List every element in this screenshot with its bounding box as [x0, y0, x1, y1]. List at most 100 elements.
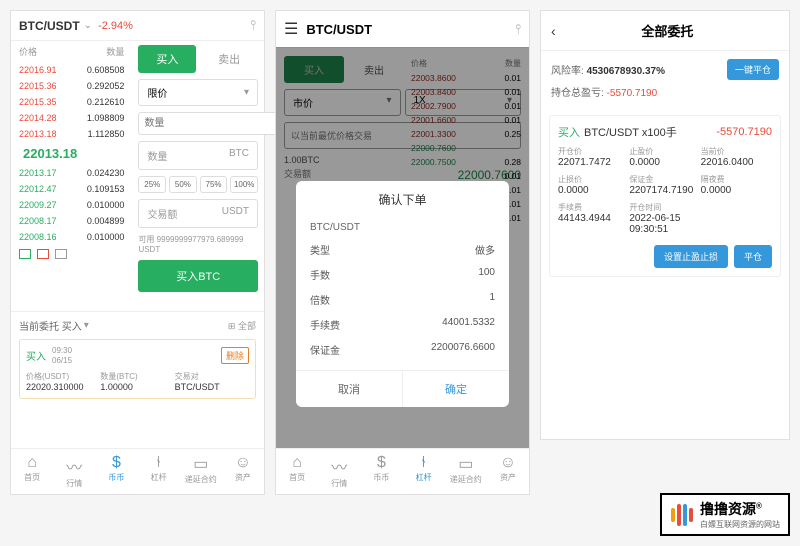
position-card: 买入 BTC/USDT x100手 -5570.7190 开仓价22071.74… — [549, 115, 781, 277]
nav-item[interactable]: ⌂首页 — [276, 449, 318, 494]
nav-item[interactable]: $币币 — [360, 449, 402, 494]
pair-symbol[interactable]: BTC/USDT — [19, 19, 80, 33]
ask-row[interactable]: 22013.181.112850 — [11, 126, 132, 142]
position-cell: 隔夜费0.0000 — [701, 174, 772, 196]
caret-down-icon[interactable]: ▾ — [84, 320, 89, 331]
nav-item[interactable]: ▭递延合约 — [180, 449, 222, 494]
close-position-button[interactable]: 平仓 — [734, 245, 772, 268]
nav-icon: 〰 — [53, 454, 95, 478]
total-pnl: 持仓总盈亏: -5570.7190 — [551, 84, 779, 99]
position-cell: 保证金2207174.7190 — [629, 174, 700, 196]
position-cell: 止盈价0.0000 — [629, 146, 700, 168]
order-qty-label: 数量(BTC) — [100, 371, 174, 382]
nav-icon: ⫮ — [138, 454, 180, 472]
qty-label: 数量 — [147, 148, 167, 163]
ask-row[interactable]: 22016.910.608508 — [11, 62, 132, 78]
menu-icon[interactable]: ☰ — [284, 19, 298, 39]
order-price-value: 22020.310000 — [26, 382, 100, 392]
position-symbol: BTC/USDT x100手 — [584, 124, 677, 140]
format-asks-icon[interactable] — [37, 249, 49, 259]
order-type-label: 限价 — [147, 85, 167, 100]
modal-cancel-button[interactable]: 取消 — [296, 371, 402, 407]
modal-row: 手数100 — [296, 262, 509, 287]
avail-label: 可用 — [138, 235, 154, 244]
nav-icon: ⌂ — [11, 454, 53, 472]
order-qty-value: 1.00000 — [100, 382, 174, 392]
position-cell: 止损价0.0000 — [558, 174, 629, 196]
nav-item[interactable]: ☺资产 — [222, 449, 264, 494]
order-pair-label: 交易对 — [175, 371, 249, 382]
position-cell: 开仓价22071.7472 — [558, 146, 629, 168]
nav-icon: ▭ — [445, 454, 487, 474]
order-time: 09:3006/15 — [52, 346, 72, 365]
order-price-label: 价格(USDT) — [26, 371, 100, 382]
modal-row: 类型做多 — [296, 237, 509, 262]
pct-button[interactable]: 50% — [169, 176, 197, 193]
watermark: 撸撸资源® 白嫖互联网资源的网站 — [660, 493, 790, 536]
bid-row[interactable]: 22008.160.010000 — [11, 229, 132, 245]
ask-row[interactable]: 22015.350.212610 — [11, 94, 132, 110]
nav-item[interactable]: ⫮杠杆 — [403, 449, 445, 494]
mid-price: 22013.18 — [11, 142, 132, 165]
set-tpsl-button[interactable]: 设置止盈止损 — [654, 245, 728, 268]
nav-item[interactable]: 〰行情 — [318, 449, 360, 494]
position-cell: 开仓时间2022-06-15 09:30:51 — [629, 202, 700, 235]
orders-side-filter[interactable]: 买入 — [62, 318, 82, 333]
no-record-text: 暂无记录 — [276, 419, 529, 434]
cancel-order-button[interactable]: 删除 — [221, 347, 249, 364]
ob-header-qty: 数量 — [106, 45, 124, 58]
chart-icon[interactable]: ⫯ — [250, 17, 256, 34]
bid-row[interactable]: 22009.270.010000 — [11, 197, 132, 213]
avail-value: 9999999977979.689999 USDT — [138, 235, 243, 254]
nav-item[interactable]: ⫮杠杆 — [138, 449, 180, 494]
bid-row[interactable]: 22012.470.109153 — [11, 181, 132, 197]
nav-item[interactable]: ☺资产 — [487, 449, 529, 494]
modal-row: 保证金2200076.6600 — [296, 337, 509, 362]
orderbook: 价格 数量 22016.910.60850822015.360.29205222… — [11, 41, 132, 311]
order-type-select[interactable]: 限价 ▾ — [138, 79, 258, 106]
price-input[interactable] — [138, 112, 282, 135]
bid-row[interactable]: 22013.170.024230 — [11, 165, 132, 181]
order-side: 买入 — [26, 348, 46, 363]
order-pair-value: BTC/USDT — [175, 382, 249, 392]
nav-item[interactable]: $币币 — [95, 449, 137, 494]
nav-icon: ⫮ — [403, 454, 445, 472]
pct-button[interactable]: 75% — [200, 176, 228, 193]
page-title: 全部委托 — [556, 21, 779, 40]
modal-ok-button[interactable]: 确定 — [402, 371, 509, 407]
ask-row[interactable]: 22015.360.292052 — [11, 78, 132, 94]
watermark-subtitle: 白嫖互联网资源的网站 — [700, 519, 780, 530]
nav-icon: ▭ — [180, 454, 222, 474]
all-orders-link[interactable]: ⊞ 全部 — [228, 319, 256, 332]
nav-item[interactable]: ▭递延合约 — [445, 449, 487, 494]
format-both-icon[interactable] — [55, 249, 67, 259]
amount-unit: USDT — [222, 206, 249, 221]
pct-button[interactable]: 25% — [138, 176, 166, 193]
modal-row: 手续费44001.5332 — [296, 312, 509, 337]
nav-icon: $ — [95, 454, 137, 472]
position-cell: 手续费44143.4944 — [558, 202, 629, 235]
grid-icon: ⊞ — [228, 321, 236, 331]
nav-item[interactable]: 〰行情 — [53, 449, 95, 494]
orderbook-format-icons[interactable] — [11, 245, 132, 263]
position-pnl: -5570.7190 — [716, 126, 772, 138]
bid-row[interactable]: 22008.170.004899 — [11, 213, 132, 229]
ask-row[interactable]: 22014.281.098809 — [11, 110, 132, 126]
submit-buy-button[interactable]: 买入BTC — [138, 260, 258, 292]
caret-down-icon: ▾ — [244, 87, 249, 98]
nav-item[interactable]: ⌂首页 — [11, 449, 53, 494]
confirm-order-modal: 确认下单 BTC/USDT 类型做多手数100倍数1手续费44001.5332保… — [296, 181, 509, 407]
tab-sell[interactable]: 卖出 — [200, 45, 258, 73]
format-bids-icon[interactable] — [19, 249, 31, 259]
nav-icon: ☺ — [487, 454, 529, 472]
position-cell: 当前价22016.0400 — [701, 146, 772, 168]
close-all-button[interactable]: 一键平仓 — [727, 59, 779, 80]
chart-icon[interactable]: ⫯ — [515, 21, 521, 38]
order-item: 买入 09:3006/15 删除 价格(USDT)22020.310000 数量… — [19, 339, 256, 399]
nav-icon: ⌂ — [276, 454, 318, 472]
tab-buy[interactable]: 买入 — [138, 45, 196, 73]
chevron-down-icon[interactable]: ⌄ — [84, 20, 92, 31]
pct-button[interactable]: 100% — [230, 176, 258, 193]
watermark-title: 撸撸资源 — [700, 501, 756, 517]
pair-symbol[interactable]: BTC/USDT — [306, 22, 372, 37]
